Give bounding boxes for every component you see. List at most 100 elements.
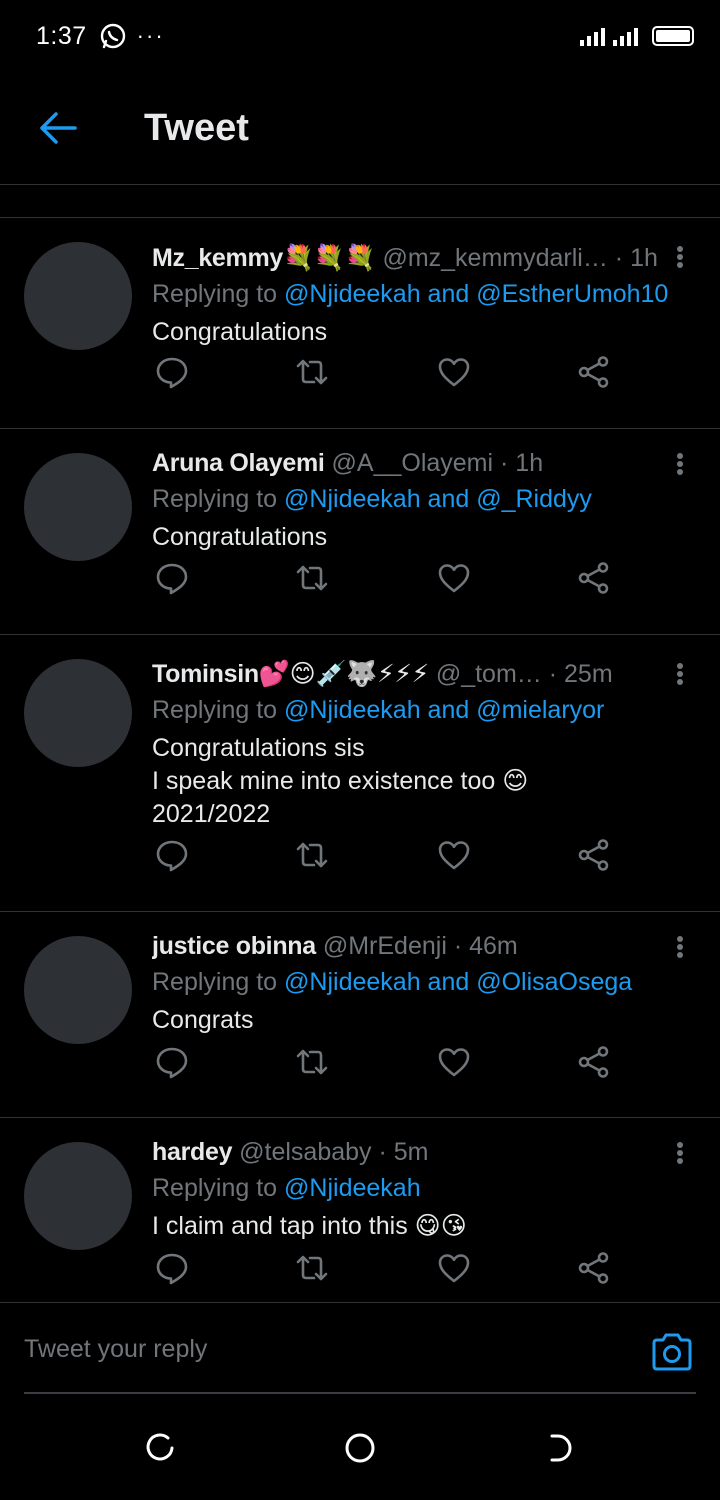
replying-to-label: Replying to bbox=[152, 1174, 278, 1202]
system-nav-bar bbox=[0, 1394, 720, 1500]
like-button[interactable] bbox=[434, 835, 474, 875]
tweet-item[interactable]: hardey @telsababy · 5m Replying to @Njid… bbox=[0, 1118, 720, 1302]
mention-links[interactable]: @Njideekah bbox=[284, 1174, 421, 1202]
signal-icon-2 bbox=[613, 26, 638, 46]
reply-composer bbox=[0, 1302, 720, 1394]
tweet-text: Congrats bbox=[152, 1006, 254, 1034]
share-icon bbox=[578, 562, 609, 594]
camera-icon[interactable] bbox=[650, 1331, 694, 1373]
heart-icon bbox=[438, 358, 470, 387]
tweet-actions bbox=[152, 352, 622, 392]
tweet-time: · 25m bbox=[548, 660, 613, 688]
like-button[interactable] bbox=[434, 1248, 474, 1288]
author-name[interactable]: hardey bbox=[152, 1138, 232, 1166]
status-overflow-dots: ··· bbox=[136, 23, 165, 48]
tweet-meta: hardey @telsababy · 5m bbox=[152, 1136, 680, 1168]
replying-to: Replying to @Njideekah and @EstherUmoh10 bbox=[152, 274, 680, 314]
more-options-button[interactable] bbox=[670, 659, 690, 689]
avatar[interactable] bbox=[24, 453, 132, 561]
tweet-time: · 5m bbox=[378, 1138, 429, 1166]
mention-links[interactable]: @Njideekah and @_Riddyy bbox=[284, 485, 592, 513]
replying-to-label: Replying to bbox=[152, 280, 278, 308]
tweet-text: I claim and tap into this 😋😘 bbox=[152, 1212, 467, 1240]
author-handle: @telsababy bbox=[239, 1138, 372, 1166]
more-options-button[interactable] bbox=[670, 242, 690, 272]
tweet-item[interactable]: justice obinna @MrEdenji · 46m Replying … bbox=[0, 912, 720, 1117]
tweet-item[interactable]: Tominsin💕😊💉🐺⚡⚡⚡ @_tom… · 25m Replying to… bbox=[0, 635, 720, 911]
share-icon bbox=[578, 356, 609, 388]
author-name[interactable]: justice obinna bbox=[152, 932, 316, 960]
reply-button[interactable] bbox=[152, 558, 192, 598]
page-title: Tweet bbox=[144, 106, 249, 149]
recents-icon[interactable] bbox=[142, 1430, 178, 1466]
tweet-item[interactable]: Mz_kemmy💐💐💐 @mz_kemmydarli… · 1h Replyin… bbox=[0, 218, 720, 428]
more-options-button[interactable] bbox=[670, 932, 690, 962]
reply-input[interactable] bbox=[24, 1325, 584, 1373]
reply-button[interactable] bbox=[152, 835, 192, 875]
reply-icon bbox=[156, 1253, 188, 1285]
tweet-meta: justice obinna @MrEdenji · 46m bbox=[152, 930, 680, 962]
retweet-icon bbox=[296, 1049, 328, 1075]
status-indicators bbox=[580, 26, 694, 46]
replies-feed[interactable]: Mz_kemmy💐💐💐 @mz_kemmydarli… · 1h Replyin… bbox=[0, 184, 720, 1302]
back-nav-icon[interactable] bbox=[542, 1430, 578, 1466]
tweet-time: · 1h bbox=[500, 449, 544, 477]
back-button[interactable] bbox=[28, 98, 88, 158]
divider bbox=[0, 184, 720, 185]
status-bar: 1:37 ··· bbox=[0, 0, 720, 72]
tweet-item[interactable]: Aruna Olayemi @A__Olayemi · 1h Replying … bbox=[0, 429, 720, 634]
like-button[interactable] bbox=[434, 352, 474, 392]
replying-to: Replying to @Njideekah bbox=[152, 1168, 680, 1208]
heart-icon bbox=[438, 564, 470, 593]
share-icon bbox=[578, 839, 609, 871]
replying-to: Replying to @Njideekah and @OlisaOsega bbox=[152, 962, 680, 1002]
tweet-time: · 46m bbox=[453, 932, 518, 960]
share-button[interactable] bbox=[574, 558, 614, 598]
tweet-actions bbox=[152, 835, 622, 875]
replying-to-label: Replying to bbox=[152, 485, 278, 513]
avatar[interactable] bbox=[24, 659, 132, 767]
author-handle: @_tom… bbox=[435, 660, 542, 688]
reply-icon bbox=[156, 840, 188, 872]
mention-links[interactable]: @Njideekah and @OlisaOsega bbox=[284, 968, 632, 996]
retweet-icon bbox=[296, 842, 328, 868]
author-name[interactable]: Tominsin💕😊💉🐺⚡⚡⚡ bbox=[152, 660, 429, 688]
author-name[interactable]: Mz_kemmy💐💐💐 bbox=[152, 244, 376, 272]
like-button[interactable] bbox=[434, 1042, 474, 1082]
retweet-button[interactable] bbox=[292, 352, 332, 392]
tweet-meta: Tominsin💕😊💉🐺⚡⚡⚡ @_tom… · 25m bbox=[152, 658, 680, 690]
retweet-button[interactable] bbox=[292, 835, 332, 875]
avatar[interactable] bbox=[24, 1142, 132, 1250]
share-button[interactable] bbox=[574, 1248, 614, 1288]
status-time: 1:37 bbox=[36, 21, 87, 50]
retweet-button[interactable] bbox=[292, 1042, 332, 1082]
share-button[interactable] bbox=[574, 835, 614, 875]
arrow-left-icon bbox=[40, 112, 77, 144]
avatar[interactable] bbox=[24, 242, 132, 350]
like-button[interactable] bbox=[434, 558, 474, 598]
author-name[interactable]: Aruna Olayemi bbox=[152, 449, 325, 477]
replying-to: Replying to @Njideekah and @_Riddyy bbox=[152, 479, 680, 519]
retweet-button[interactable] bbox=[292, 1248, 332, 1288]
reply-icon bbox=[156, 563, 188, 595]
share-button[interactable] bbox=[574, 352, 614, 392]
reply-button[interactable] bbox=[152, 1042, 192, 1082]
replying-to: Replying to @Njideekah and @mielaryor bbox=[152, 690, 680, 730]
avatar[interactable] bbox=[24, 936, 132, 1044]
share-button[interactable] bbox=[574, 1042, 614, 1082]
app-header: Tweet bbox=[0, 72, 720, 184]
more-options-button[interactable] bbox=[670, 449, 690, 479]
reply-button[interactable] bbox=[152, 352, 192, 392]
battery-icon bbox=[652, 26, 694, 46]
tweet-meta: Aruna Olayemi @A__Olayemi · 1h bbox=[152, 447, 680, 479]
mention-links[interactable]: @Njideekah and @mielaryor bbox=[284, 696, 604, 724]
retweet-icon bbox=[296, 1255, 328, 1281]
home-icon[interactable] bbox=[342, 1430, 378, 1466]
reply-button[interactable] bbox=[152, 1248, 192, 1288]
tweet-text: Congratulations bbox=[152, 318, 328, 346]
reply-icon bbox=[156, 357, 188, 389]
more-options-button[interactable] bbox=[670, 1138, 690, 1168]
retweet-button[interactable] bbox=[292, 558, 332, 598]
tweet-actions bbox=[152, 558, 622, 598]
mention-links[interactable]: @Njideekah and @EstherUmoh10 bbox=[284, 280, 668, 308]
